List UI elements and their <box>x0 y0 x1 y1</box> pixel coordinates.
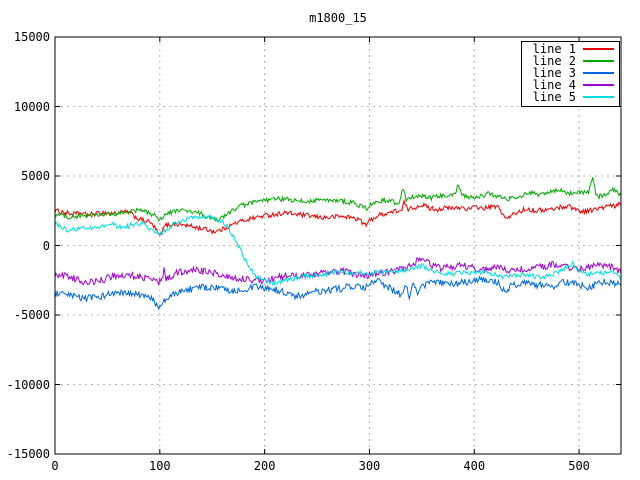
series-line-3 <box>54 275 622 311</box>
x-axis-tick-label: 300 <box>358 459 381 473</box>
legend-swatch <box>583 96 614 98</box>
x-axis-tick-label: 500 <box>568 459 590 473</box>
legend-label: line 5 <box>532 90 576 104</box>
legend-swatch <box>583 84 614 86</box>
y-axis-tick-label: -5000 <box>13 308 50 322</box>
series-line-1 <box>54 198 622 238</box>
x-axis-tick-label: 200 <box>253 459 276 473</box>
x-axis-tick-label: 0 <box>51 459 59 473</box>
y-axis-tick-label: 5000 <box>21 169 50 183</box>
y-axis-tick-label: 10000 <box>13 99 50 114</box>
y-axis-tick-label: 0 <box>42 238 50 253</box>
y-axis-tick-label: 15000 <box>13 30 50 44</box>
legend-swatch <box>583 60 614 62</box>
x-axis-tick-label: 400 <box>463 459 486 473</box>
x-axis-tick-label: 100 <box>148 459 171 473</box>
legend-swatch <box>583 72 614 74</box>
y-axis-tick-label: -10000 <box>6 377 50 392</box>
legend-swatch <box>583 48 614 50</box>
legend-entry: line 5 <box>522 91 619 103</box>
legend: line 1 line 2 line 3 line 4 line 5 <box>521 41 620 107</box>
chart-window: m1800_15 -15000 -10000 -5000 0 5000 10000 1500… <box>0 0 640 480</box>
